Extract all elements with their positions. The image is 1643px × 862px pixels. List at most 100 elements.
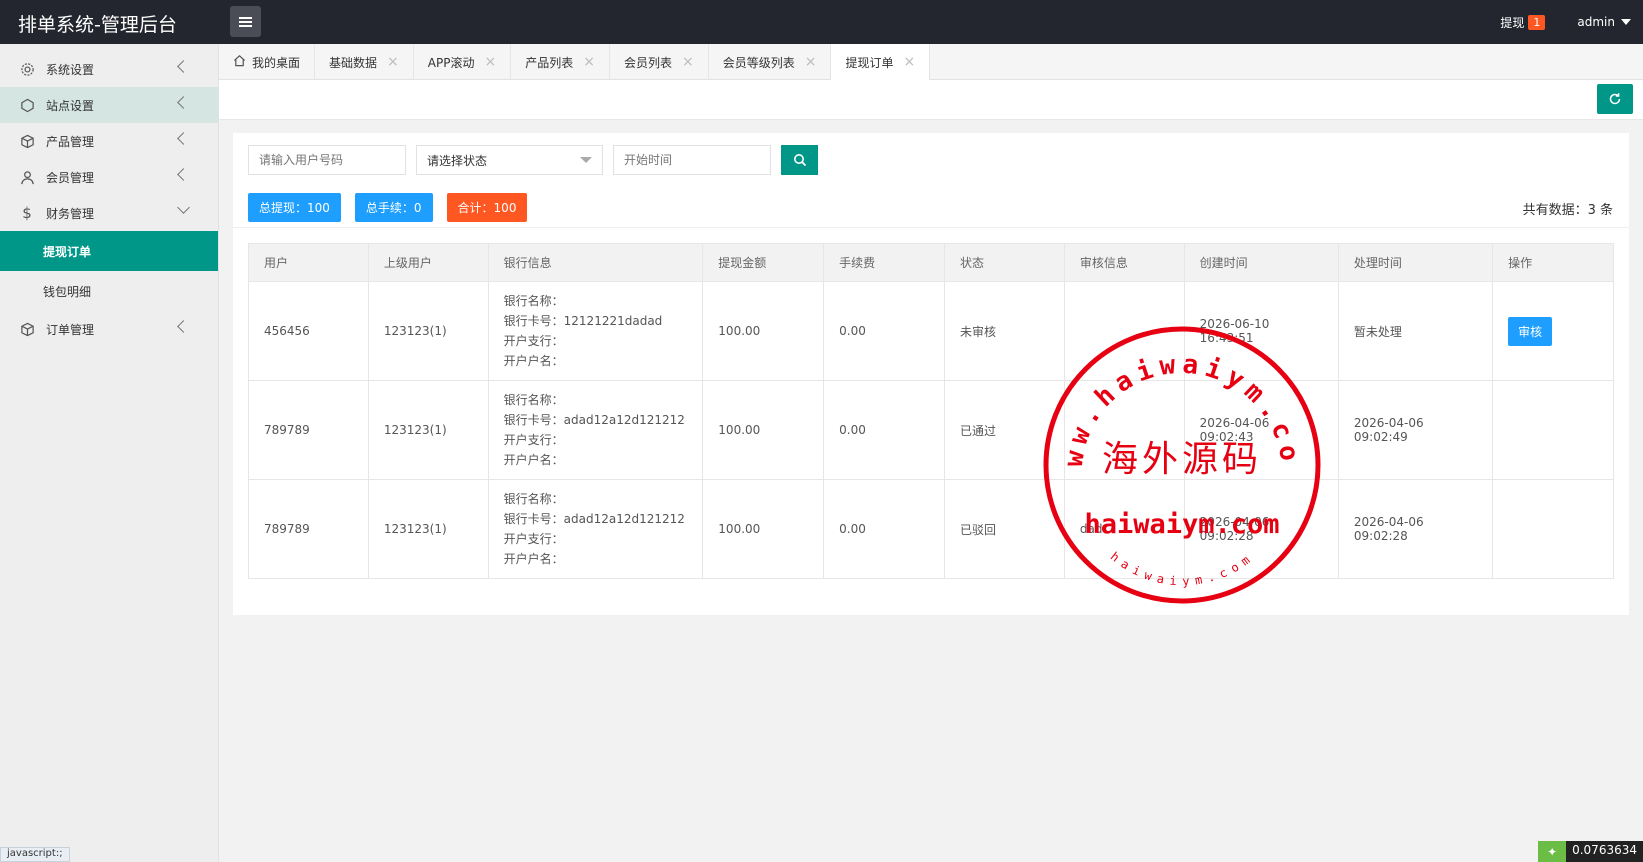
- sidebar-item-member-management[interactable]: 会员管理: [0, 159, 218, 195]
- cell-amount: 100.00: [702, 380, 825, 480]
- withdraw-notice-link[interactable]: 提现 1: [1500, 14, 1546, 31]
- cell-user: 789789: [248, 479, 369, 579]
- tab-label: 基础数据: [329, 55, 378, 70]
- cell-audit-info: dad: [1063, 479, 1185, 579]
- browser-status-tip: javascript:;: [0, 847, 70, 862]
- tab-bar: 我的桌面 基础数据 × APP滚动 × 产品列表 × 会员列表 × 会员等级列表…: [219, 44, 1643, 80]
- column-header: 提现金额: [702, 243, 825, 282]
- cell-status: 已驳回: [944, 479, 1065, 579]
- column-header: 操作: [1492, 243, 1614, 282]
- chevron-left-icon: [177, 60, 190, 73]
- bank-name: 银行名称：: [503, 492, 564, 506]
- app-title: 排单系统-管理后台: [18, 14, 177, 36]
- tab-app-scroll[interactable]: APP滚动 ×: [414, 44, 512, 80]
- bank-branch: 开户支行：: [503, 433, 564, 447]
- column-header: 状态: [944, 243, 1065, 282]
- bank-branch: 开户支行：: [503, 334, 564, 348]
- cell-fee: 0.00: [823, 281, 946, 381]
- user-name: admin: [1577, 15, 1615, 29]
- refresh-icon: [1609, 93, 1621, 105]
- sidebar-item-site-settings[interactable]: 站点设置: [0, 87, 218, 123]
- stats-row: 总提现：100 总手续：0 合计：100: [248, 193, 528, 222]
- refresh-button[interactable]: [1597, 84, 1633, 114]
- cell-processed: 2026-04-06 09:02:49: [1337, 380, 1494, 480]
- tab-label: 提现订单: [845, 55, 894, 70]
- sidebar-item-label: 系统设置: [46, 62, 95, 77]
- audit-button[interactable]: 审核: [1508, 316, 1553, 346]
- start-time-input[interactable]: [613, 145, 771, 175]
- tab-member-list[interactable]: 会员列表 ×: [610, 44, 709, 80]
- meter-value: 0.0763634: [1566, 841, 1643, 862]
- withdraw-count-badge: 1: [1528, 14, 1546, 30]
- tab-product-list[interactable]: 产品列表 ×: [511, 44, 610, 80]
- cell-action: [1492, 479, 1614, 579]
- chevron-left-icon: [177, 132, 190, 145]
- cell-bank-info: 银行名称： 银行卡号：adad12a12d121212 开户支行： 开户户名：: [487, 380, 704, 480]
- chevron-left-icon: [177, 320, 190, 333]
- close-icon[interactable]: ×: [805, 54, 817, 70]
- sidebar-subitem-wallet-details[interactable]: 钱包明细: [0, 271, 218, 311]
- bank-card: 银行卡号：adad12a12d121212: [503, 413, 685, 427]
- cell-audit-info: [1063, 380, 1185, 480]
- sidebar-item-label: 产品管理: [46, 134, 95, 149]
- sidebar-item-system-settings[interactable]: 系统设置: [0, 51, 218, 87]
- filter-row: 请选择状态: [248, 145, 818, 175]
- close-icon[interactable]: ×: [387, 54, 399, 70]
- search-icon: [793, 154, 806, 167]
- cell-user: 789789: [248, 380, 369, 480]
- column-header: 上级用户: [367, 243, 489, 282]
- user-icon: [18, 168, 36, 186]
- cell-action: [1492, 380, 1614, 480]
- column-header: 处理时间: [1337, 243, 1494, 282]
- tab-member-level-list[interactable]: 会员等级列表 ×: [709, 44, 832, 80]
- search-button[interactable]: [781, 145, 818, 175]
- total-withdraw-badge: 总提现：100: [248, 193, 341, 222]
- chevron-left-icon: [177, 168, 190, 181]
- close-icon[interactable]: ×: [682, 54, 694, 70]
- close-icon[interactable]: ×: [484, 54, 496, 70]
- table-row: 789789 123123(1) 银行名称： 银行卡号：adad12a12d12…: [248, 380, 1614, 480]
- sidebar-item-product-management[interactable]: 产品管理: [0, 123, 218, 159]
- chevron-down-icon: [177, 201, 190, 214]
- total-sum-badge: 合计：100: [446, 193, 528, 222]
- cell-action: 审核: [1492, 281, 1614, 381]
- sidebar-item-order-management[interactable]: 订单管理: [0, 311, 218, 347]
- close-icon[interactable]: ×: [903, 54, 915, 70]
- close-icon[interactable]: ×: [583, 54, 595, 70]
- tab-basic-data[interactable]: 基础数据 ×: [315, 44, 414, 80]
- chevron-left-icon: [177, 96, 190, 109]
- bank-card: 银行卡号：12121221dadad: [503, 314, 663, 328]
- column-header: 手续费: [823, 243, 946, 282]
- table-row: 789789 123123(1) 银行名称： 银行卡号：adad12a12d12…: [248, 479, 1614, 579]
- sidebar-subitem-withdraw-orders[interactable]: 提现订单: [0, 231, 218, 271]
- hamburger-icon: [239, 16, 252, 27]
- user-search-input[interactable]: [248, 145, 406, 175]
- cell-parent: 123123(1): [367, 380, 489, 480]
- header-actions: 提现 1 admin: [1500, 0, 1631, 44]
- toolbar-strip: [219, 80, 1643, 120]
- status-select[interactable]: 请选择状态: [416, 145, 603, 175]
- tab-label: 产品列表: [525, 55, 574, 70]
- bank-branch: 开户支行：: [503, 532, 564, 546]
- cell-user: 456456: [248, 281, 369, 381]
- menu-toggle-button[interactable]: [230, 6, 261, 37]
- cell-parent: 123123(1): [367, 281, 489, 381]
- home-icon: [233, 54, 246, 70]
- column-header: 审核信息: [1063, 243, 1185, 282]
- table-header-row: 用户 上级用户 银行信息 提现金额 手续费 状态 审核信息 创建时间 处理时间 …: [248, 243, 1614, 282]
- sidebar-item-label: 财务管理: [46, 206, 95, 221]
- column-header: 用户: [248, 243, 369, 282]
- user-menu[interactable]: admin: [1577, 15, 1631, 29]
- chevron-down-icon: [580, 157, 592, 163]
- tab-label: 会员等级列表: [722, 55, 795, 70]
- status-select-value: 请选择状态: [427, 153, 488, 168]
- site-icon: [18, 96, 36, 114]
- sidebar-item-finance-management[interactable]: $ 财务管理: [0, 195, 218, 231]
- cell-parent: 123123(1): [367, 479, 489, 579]
- tab-my-desktop[interactable]: 我的桌面: [219, 44, 316, 80]
- dollar-icon: $: [22, 204, 32, 222]
- sidebar: 系统设置 站点设置 产品管理 会员管理 $ 财务管理 提现订单 钱包明细 订单管…: [0, 44, 219, 862]
- tab-withdraw-orders[interactable]: 提现订单 ×: [831, 44, 931, 80]
- cell-fee: 0.00: [823, 479, 946, 579]
- total-fee-badge: 总手续：0: [354, 193, 433, 222]
